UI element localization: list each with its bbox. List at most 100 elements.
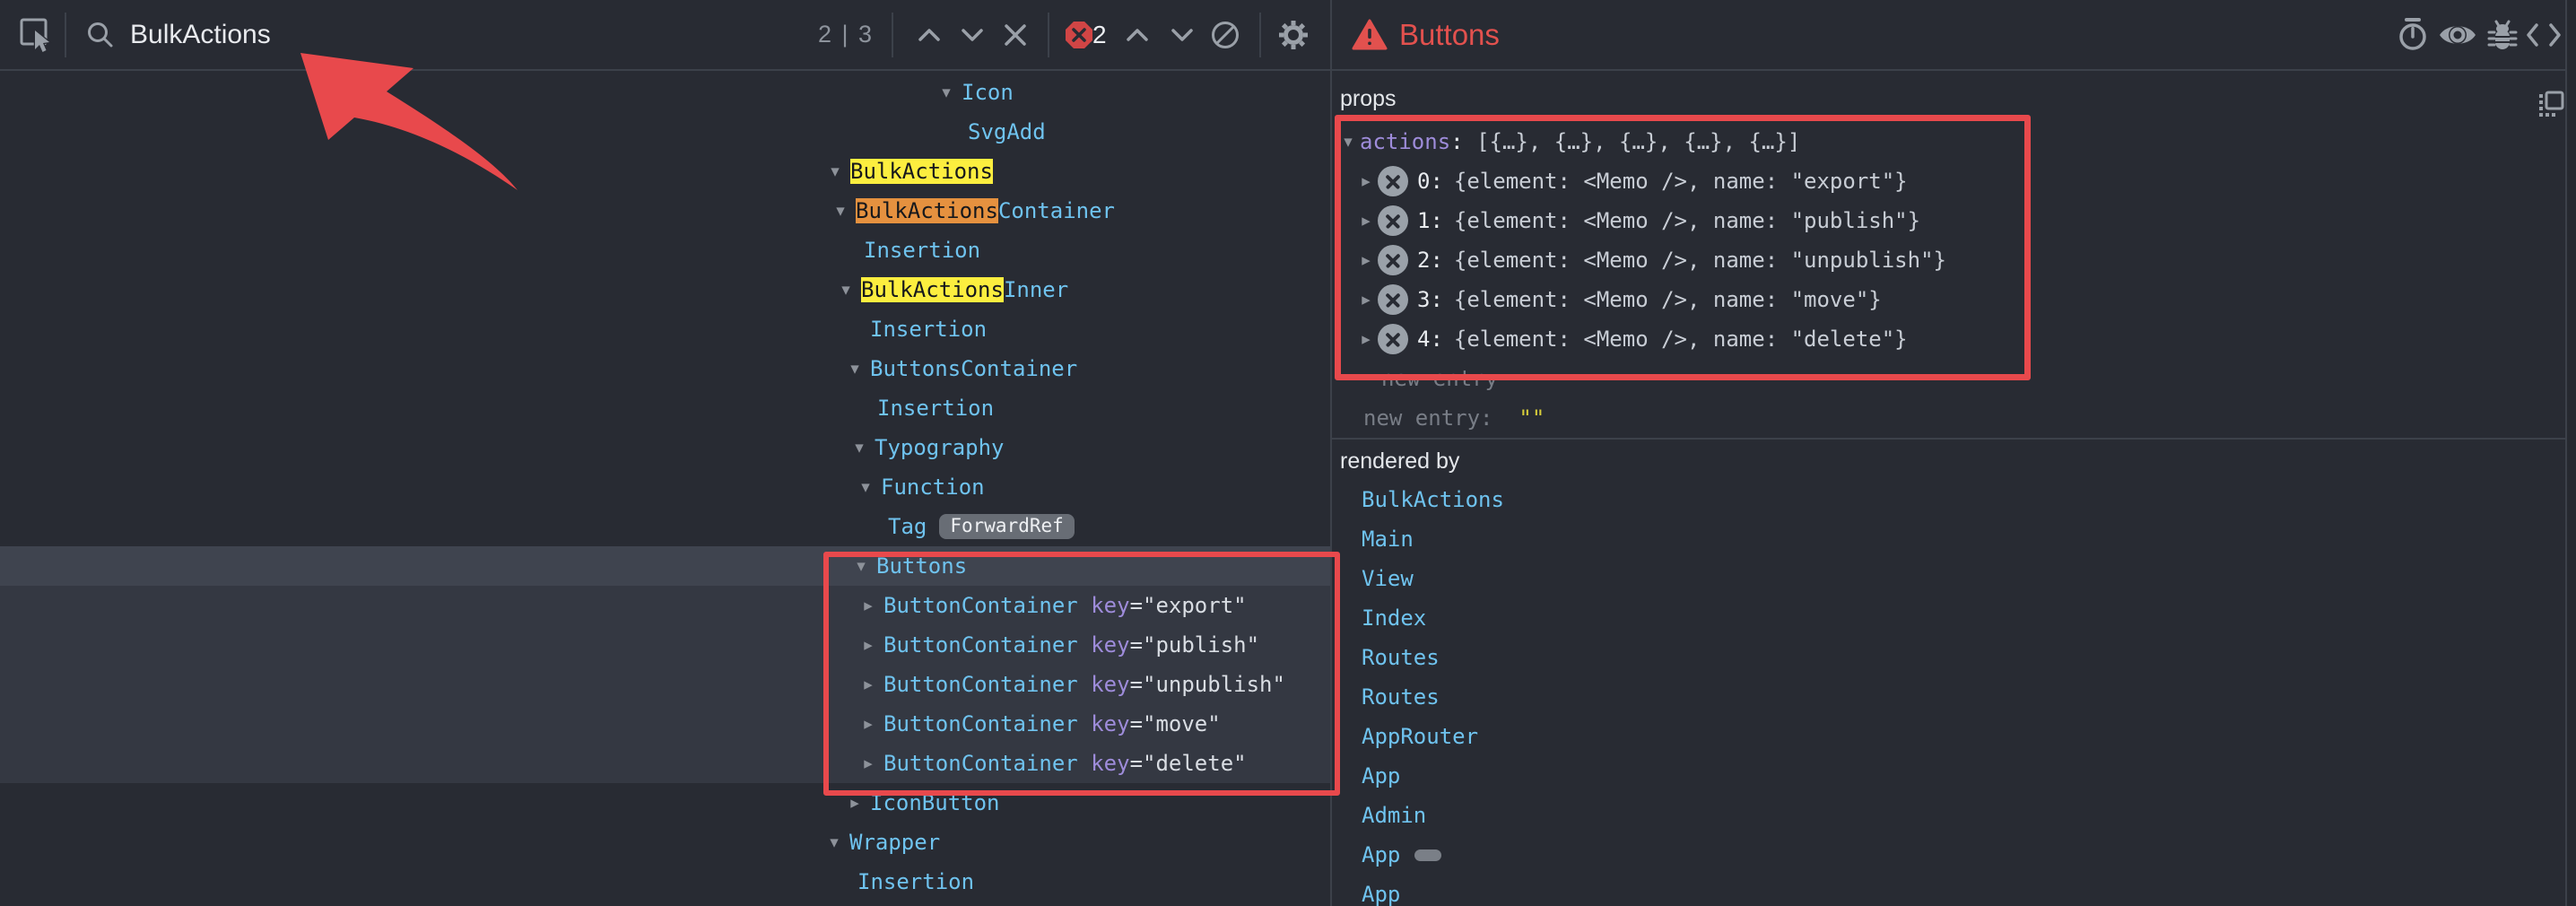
collapse-arrow-icon[interactable]: ▾ — [848, 428, 871, 467]
expand-arrow-icon[interactable]: ▸ — [1354, 329, 1378, 349]
search-input[interactable]: BulkActions — [130, 0, 271, 69]
props-array-entry[interactable]: ▸0:{element: <Memo />, name: "export"} — [0, 161, 2565, 201]
key-attribute-value: ="publish" — [1130, 632, 1260, 658]
expand-arrow-icon[interactable]: ▸ — [857, 704, 880, 744]
rendered-by-item[interactable]: Main — [1330, 519, 2565, 559]
new-entry-label: new entry — [1381, 366, 1498, 391]
panel-divider — [1332, 438, 2576, 440]
owner-component-name[interactable]: Admin — [1362, 803, 1426, 828]
collapse-arrow-icon[interactable]: ▾ — [935, 73, 958, 112]
component-name-text: Insertion — [857, 869, 974, 894]
rendered-by-item[interactable]: App — [1330, 835, 2565, 875]
component-name: Icon — [0, 80, 1014, 105]
inspect-dom-eye-icon[interactable] — [2436, 0, 2479, 69]
rendered-by-item[interactable]: App — [1330, 875, 2565, 906]
entry-value[interactable]: {element: <Memo />, name: "move"} — [1454, 287, 1882, 312]
rendered-by-item[interactable]: Routes — [1330, 638, 2565, 677]
delete-entry-icon[interactable] — [1378, 205, 1408, 236]
toolbar-divider — [1048, 13, 1049, 57]
props-array-entry[interactable]: ▸ 4: {element: <Memo />, name: "delete"} — [0, 319, 2565, 359]
tree-row[interactable]: ▾Buttons — [0, 546, 1330, 586]
delete-entry-icon[interactable] — [1378, 284, 1408, 315]
tree-row[interactable]: ▾Typography — [0, 428, 1330, 467]
expand-arrow-icon[interactable]: ▸ — [1354, 211, 1378, 231]
new-entry-row[interactable]: new entry: "" — [1330, 398, 2565, 438]
rendered-by-item[interactable]: App — [1330, 756, 2565, 796]
owner-component-name[interactable]: AppRouter — [1362, 724, 1478, 749]
settings-gear-button[interactable] — [1274, 0, 1313, 69]
new-entry-ghost-row[interactable]: new entry — [1330, 359, 2565, 398]
tree-row[interactable]: ▸ButtonContainer key="unpublish" — [0, 665, 1330, 704]
tree-row[interactable]: TagForwardRef — [0, 507, 1330, 546]
tree-row[interactable]: ▸ButtonContainer key="export" — [0, 586, 1330, 625]
tree-row[interactable]: ▸ButtonContainer key="publish" — [0, 625, 1330, 665]
new-entry-value-input[interactable]: "" — [1519, 405, 1545, 431]
rendered-by-item[interactable]: AppRouter — [1330, 717, 2565, 756]
props-row-actions[interactable]: ▾actions: [{…}, {…}, {…}, {…}, {…}] — [0, 122, 2565, 161]
expand-arrow-icon[interactable]: ▸ — [1354, 171, 1378, 191]
expand-arrow-icon[interactable]: ▸ — [1354, 290, 1378, 309]
previous-result-button[interactable] — [911, 0, 947, 69]
expand-arrow-icon[interactable]: ▸ — [857, 744, 880, 783]
owner-component-name[interactable]: App — [1362, 763, 1400, 788]
tree-row[interactable]: ▸ButtonContainer key="delete" — [0, 744, 1330, 783]
debug-bug-icon[interactable] — [2483, 0, 2522, 69]
expand-arrow-icon[interactable]: ▸ — [857, 625, 880, 665]
owner-component-name[interactable]: BulkActions — [1362, 487, 1504, 512]
key-attribute-name: key — [1091, 711, 1129, 736]
entry-value[interactable]: {element: <Memo />, name: "unpublish"} — [1454, 248, 1946, 273]
rendered-by-item[interactable]: BulkActions — [1330, 480, 2565, 519]
clear-search-button[interactable] — [996, 0, 1035, 69]
profiler-stopwatch-icon[interactable] — [2393, 0, 2432, 69]
owner-component-name[interactable]: Routes — [1362, 645, 1440, 670]
tree-row[interactable]: ▾Function — [0, 467, 1330, 507]
collapse-arrow-icon[interactable]: ▾ — [822, 823, 846, 862]
tree-row[interactable]: ▾Icon — [0, 73, 1330, 112]
component-name-text: Tag — [888, 514, 927, 539]
collapse-arrow-icon[interactable]: ▾ — [849, 546, 873, 586]
entry-index: 4: — [1417, 327, 1443, 352]
owner-component-name[interactable]: View — [1362, 566, 1414, 591]
delete-entry-icon[interactable] — [1378, 324, 1408, 354]
clear-errors-button[interactable] — [1205, 0, 1245, 69]
search-icon — [83, 0, 118, 69]
rendered-by-item[interactable]: Routes — [1330, 677, 2565, 717]
expand-arrow-icon[interactable]: ▸ — [1354, 250, 1378, 270]
expand-arrow-icon[interactable]: ▸ — [857, 665, 880, 704]
props-array-entry[interactable]: ▸1:{element: <Memo />, name: "publish"} — [0, 201, 2565, 240]
collapse-arrow-icon[interactable]: ▾ — [1336, 132, 1360, 152]
expand-arrow-icon[interactable]: ▸ — [843, 783, 866, 823]
owner-component-name[interactable]: App — [1362, 842, 1400, 867]
rendered-by-item[interactable]: Index — [1330, 598, 2565, 638]
scrollbar-gutter[interactable] — [2565, 0, 2576, 906]
owner-component-name[interactable]: Main — [1362, 527, 1414, 552]
tree-row[interactable]: ▾Wrapper — [0, 823, 1330, 862]
owner-badge — [1414, 849, 1441, 861]
props-array-entry[interactable]: ▸3:{element: <Memo />, name: "move"} — [0, 280, 2565, 319]
delete-entry-icon[interactable] — [1378, 166, 1408, 196]
tree-row[interactable]: Insertion — [0, 862, 1330, 902]
tree-row[interactable]: ▸ButtonContainer key="move" — [0, 704, 1330, 744]
delete-entry-icon[interactable] — [1378, 245, 1408, 275]
owner-component-name[interactable]: Index — [1362, 605, 1426, 631]
view-source-code-icon[interactable] — [2522, 0, 2565, 69]
tree-row[interactable]: ▸IconButton — [0, 783, 1330, 823]
owner-component-name[interactable]: App — [1362, 882, 1400, 906]
tree-row[interactable]: Insertion — [0, 388, 1330, 428]
component-name-text: Wrapper — [849, 830, 940, 855]
entry-value[interactable]: {element: <Memo />, name: "export"} — [1454, 169, 1908, 194]
previous-error-button[interactable] — [1119, 0, 1155, 69]
entry-value[interactable]: {element: <Memo />, name: "delete"} — [1454, 327, 1908, 352]
rendered-by-item[interactable]: Admin — [1330, 796, 2565, 835]
component-name-text: ButtonContainer — [883, 593, 1078, 618]
collapse-arrow-icon[interactable]: ▾ — [854, 467, 877, 507]
expand-arrow-icon[interactable]: ▸ — [857, 586, 880, 625]
next-result-button[interactable] — [954, 0, 990, 69]
entry-value[interactable]: {element: <Memo />, name: "publish"} — [1454, 208, 1920, 233]
props-array-entry[interactable]: ▸2:{element: <Memo />, name: "unpublish"… — [0, 240, 2565, 280]
next-error-button[interactable] — [1164, 0, 1200, 69]
component-name: ButtonsContainer — [0, 356, 1077, 381]
inspect-element-button[interactable] — [16, 0, 57, 69]
rendered-by-item[interactable]: View — [1330, 559, 2565, 598]
owner-component-name[interactable]: Routes — [1362, 684, 1440, 710]
